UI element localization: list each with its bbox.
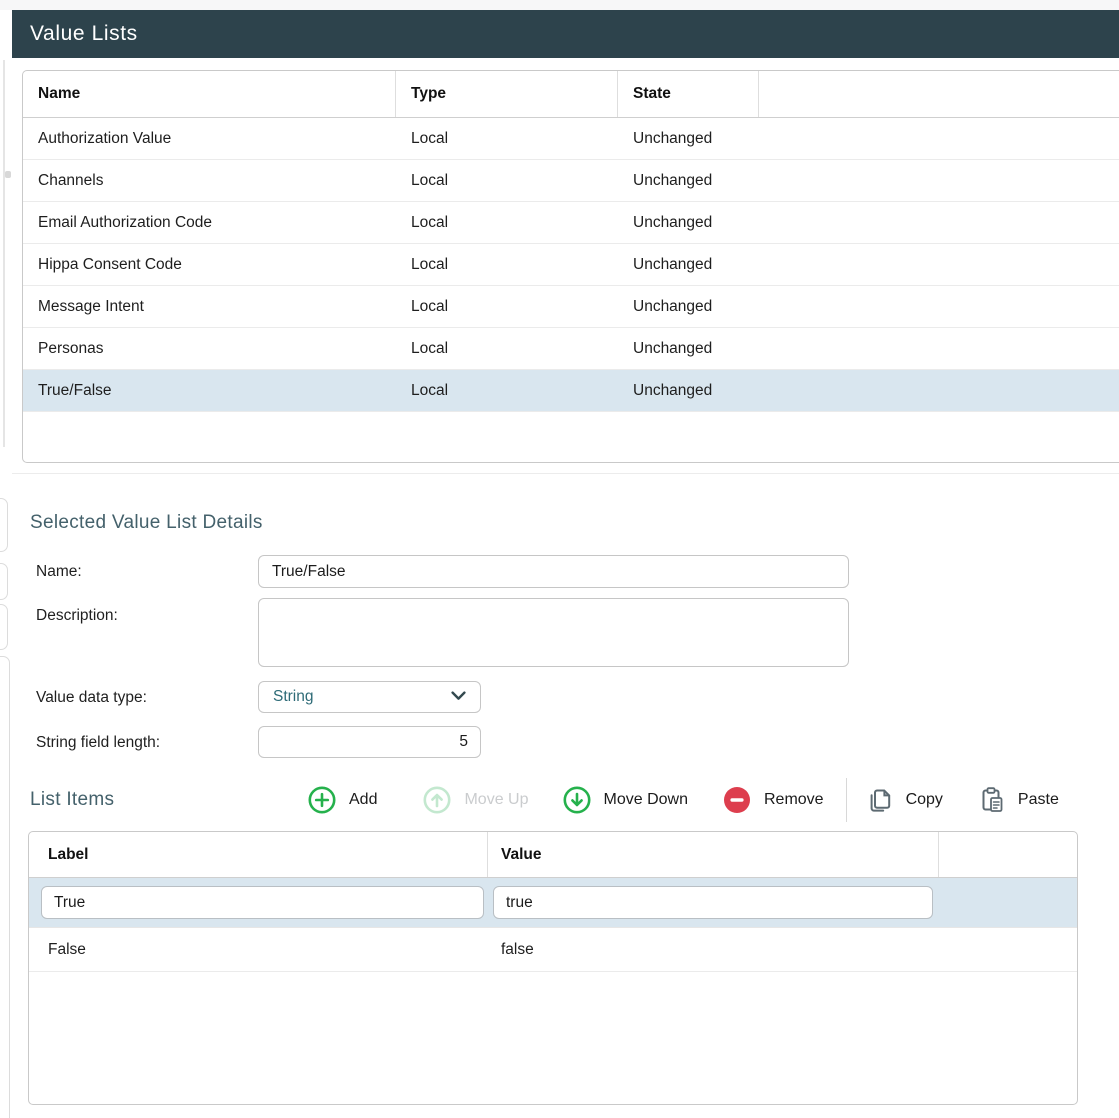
left-panel-fragment (0, 498, 8, 552)
left-panel-fragment (0, 604, 8, 650)
plus-circle-icon (308, 786, 336, 814)
value-data-type-select[interactable]: String (258, 681, 481, 713)
string-field-length-label: String field length: (36, 734, 160, 752)
name-label: Name: (36, 563, 82, 581)
add-button-label: Add (349, 791, 377, 809)
description-field[interactable] (258, 598, 849, 667)
page-title: Value Lists (30, 22, 138, 46)
left-panel-edge (3, 60, 5, 447)
section-divider (12, 473, 1119, 474)
name-field[interactable] (258, 555, 849, 588)
value-data-type-label: Value data type: (36, 689, 147, 707)
copy-button-label: Copy (906, 791, 943, 809)
table-row[interactable]: Email Authorization Code Local Unchanged (23, 202, 1119, 244)
column-header-empty (939, 832, 1077, 877)
copy-button[interactable]: Copy (867, 787, 943, 814)
description-label: Description: (36, 607, 118, 625)
column-header-value: Value (488, 832, 939, 877)
list-items-heading: List Items (30, 789, 114, 811)
table-row[interactable]: Channels Local Unchanged (23, 160, 1119, 202)
move-up-button[interactable]: Move Up (423, 786, 528, 814)
remove-button[interactable]: Remove (723, 786, 824, 814)
details-section-heading: Selected Value List Details (30, 512, 263, 534)
column-header-empty (759, 71, 1119, 117)
value-lists-screen: Value Lists Name Type State Authorizatio… (0, 0, 1119, 1118)
copy-icon (867, 787, 893, 814)
table-row[interactable]: Hippa Consent Code Local Unchanged (23, 244, 1119, 286)
minus-circle-icon (723, 786, 751, 814)
item-label-field[interactable] (41, 886, 484, 919)
table-row[interactable]: Personas Local Unchanged (23, 328, 1119, 370)
item-value-field[interactable] (493, 886, 933, 919)
left-panel-fragment (0, 563, 8, 600)
column-header-label: Label (29, 832, 488, 877)
list-item-row[interactable]: False false (29, 928, 1077, 972)
table-row[interactable]: Message Intent Local Unchanged (23, 286, 1119, 328)
list-item-row-selected[interactable] (29, 878, 1077, 928)
left-panel-fragment (5, 171, 11, 178)
value-lists-table: Name Type State Authorization Value Loca… (22, 70, 1119, 463)
left-panel-fragment (0, 656, 10, 1118)
column-header-name: Name (23, 71, 396, 117)
add-button[interactable]: Add (308, 786, 377, 814)
page-top-strip (0, 0, 1119, 10)
list-items-table: Label Value False false (28, 831, 1078, 1105)
arrow-down-circle-icon (563, 786, 591, 814)
value-lists-table-header: Name Type State (23, 71, 1119, 118)
list-items-toolbar: Add Move Up Move Down Remove Copy (308, 784, 1059, 816)
column-header-state: State (618, 71, 759, 117)
remove-button-label: Remove (764, 791, 824, 809)
list-items-table-header: Label Value (29, 832, 1077, 878)
arrow-up-circle-icon (423, 786, 451, 814)
column-header-type: Type (396, 71, 618, 117)
paste-icon (980, 786, 1005, 814)
paste-button-label: Paste (1018, 791, 1059, 809)
move-down-button-label: Move Down (604, 791, 688, 809)
table-row[interactable]: Authorization Value Local Unchanged (23, 118, 1119, 160)
move-up-button-label: Move Up (464, 791, 528, 809)
move-down-button[interactable]: Move Down (563, 786, 688, 814)
toolbar-divider (846, 778, 847, 822)
panel-title-bar: Value Lists (12, 10, 1119, 58)
chevron-down-icon (451, 688, 466, 706)
string-field-length-field[interactable] (258, 726, 481, 758)
paste-button[interactable]: Paste (980, 786, 1059, 814)
value-data-type-selected-value: String (273, 688, 314, 706)
table-row-selected[interactable]: True/False Local Unchanged (23, 370, 1119, 412)
